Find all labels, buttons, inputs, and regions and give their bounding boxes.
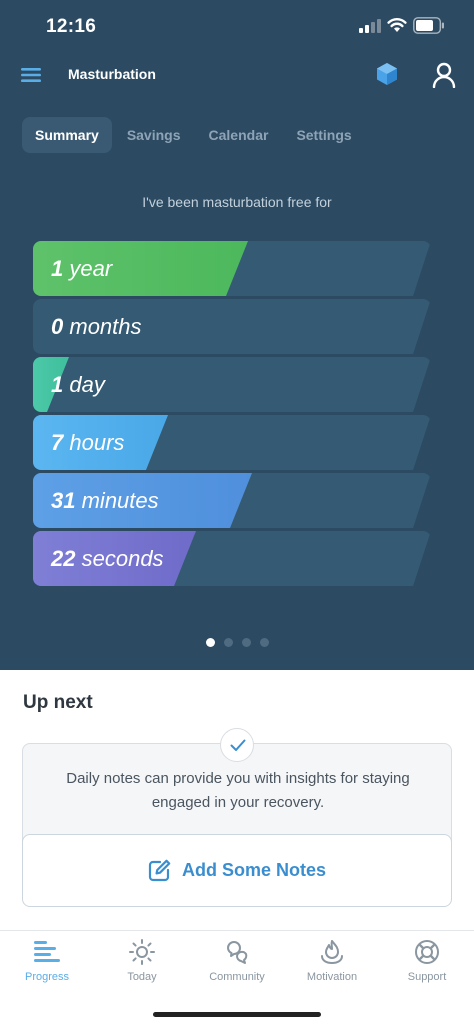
check-badge	[220, 728, 254, 762]
add-notes-label: Add Some Notes	[181, 860, 327, 880]
progress-icon	[34, 941, 60, 962]
battery-icon	[413, 17, 444, 34]
counter-unit: hours	[69, 430, 125, 455]
app-header: Masturbation	[0, 54, 474, 98]
status-time: 12:16	[46, 16, 97, 37]
nav-label: Community	[209, 971, 265, 983]
counter-number: 22	[51, 546, 76, 571]
sun-icon	[129, 939, 155, 965]
counter-number: 7	[51, 430, 64, 455]
counter-hours: 7 hours	[33, 415, 431, 470]
counter-label: 1 year	[51, 241, 112, 296]
summary-panel: 12:16 Masturbation Summary Savings Calen…	[0, 0, 474, 670]
streak-subtitle: I've been masturbation free for	[142, 194, 332, 210]
counter-number: 1	[51, 256, 64, 281]
page-dot[interactable]	[260, 638, 269, 647]
streak-counters: 1 year 0 months 1 day 7 hours 31 minutes…	[33, 241, 431, 589]
checkmark-icon	[230, 739, 246, 751]
counter-label: 0 months	[51, 299, 142, 354]
hexagon-badge-icon[interactable]	[376, 62, 398, 86]
add-notes-button[interactable]: Add Some Notes	[22, 834, 452, 907]
menu-icon[interactable]	[21, 67, 41, 83]
counter-number: 31	[51, 488, 76, 513]
up-next-message: Daily notes can provide you with insight…	[66, 770, 410, 811]
nav-progress[interactable]: Progress	[0, 931, 94, 991]
counter-label: 1 day	[51, 357, 105, 412]
tab-savings[interactable]: Savings	[114, 117, 194, 153]
cellular-signal-icon	[359, 19, 381, 33]
tab-summary[interactable]: Summary	[22, 117, 112, 153]
nav-label: Progress	[24, 971, 70, 983]
nav-label: Today	[127, 971, 157, 983]
lifebuoy-icon	[415, 940, 439, 964]
page-dot[interactable]	[242, 638, 251, 647]
nav-label: Motivation	[306, 971, 358, 983]
nav-label: Support	[407, 971, 447, 983]
counter-label: 31 minutes	[51, 473, 159, 528]
bottom-navigation: Progress Today Community Motivation Supp…	[0, 930, 474, 1025]
counter-days: 1 day	[33, 357, 431, 412]
counter-number: 0	[51, 314, 64, 339]
counter-months: 0 months	[33, 299, 431, 354]
motivation-icon	[321, 940, 343, 965]
home-indicator	[153, 1012, 321, 1017]
tab-settings[interactable]: Settings	[283, 117, 364, 153]
community-icon	[227, 941, 248, 964]
counter-seconds: 22 seconds	[33, 531, 431, 586]
counter-unit: year	[69, 256, 113, 281]
nav-community[interactable]: Community	[190, 931, 284, 991]
nav-support[interactable]: Support	[380, 931, 474, 991]
page-title: Masturbation	[68, 66, 156, 82]
nav-motivation[interactable]: Motivation	[285, 931, 379, 991]
counter-years: 1 year	[33, 241, 431, 296]
page-dot[interactable]	[224, 638, 233, 647]
nav-today[interactable]: Today	[95, 931, 189, 991]
counter-number: 1	[51, 372, 64, 397]
counter-unit: seconds	[81, 546, 164, 571]
page-indicator[interactable]	[206, 638, 278, 647]
tab-bar: Summary Savings Calendar Settings	[22, 117, 367, 153]
edit-note-icon	[148, 859, 171, 882]
profile-icon[interactable]	[432, 62, 456, 88]
up-next-card: Daily notes can provide you with insight…	[22, 728, 452, 907]
wifi-icon	[387, 18, 407, 32]
up-next-heading: Up next	[23, 692, 93, 713]
counter-label: 7 hours	[51, 415, 124, 470]
tab-calendar[interactable]: Calendar	[196, 117, 282, 153]
counter-label: 22 seconds	[51, 531, 164, 586]
counter-minutes: 31 minutes	[33, 473, 431, 528]
counter-unit: minutes	[81, 488, 159, 513]
counter-unit: day	[69, 372, 105, 397]
page-dot[interactable]	[206, 638, 215, 647]
status-bar: 12:16	[0, 0, 474, 54]
counter-unit: months	[69, 314, 142, 339]
